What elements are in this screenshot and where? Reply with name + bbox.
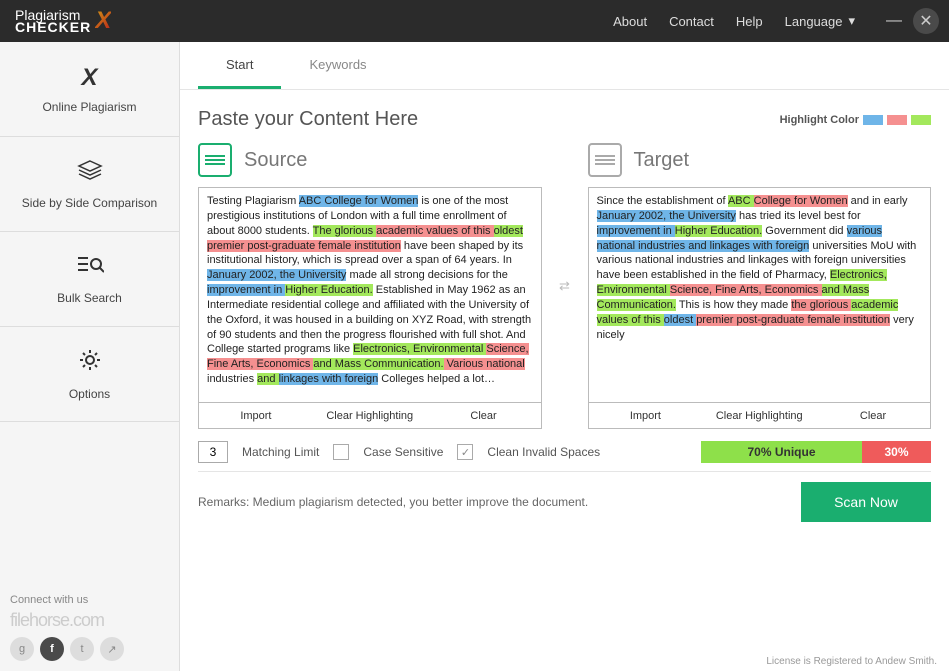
source-textbox[interactable]: Testing Plagiarism ABC College for Women… — [198, 187, 542, 403]
sidebar: X Online Plagiarism Side by Side Compari… — [0, 42, 180, 671]
unique-bar: 70% Unique — [701, 441, 862, 463]
watermark: filehorse.com — [0, 610, 179, 631]
target-clear-highlight-button[interactable]: Clear Highlighting — [702, 403, 816, 428]
swatch-blue — [863, 115, 883, 125]
target-import-button[interactable]: Import — [589, 403, 703, 428]
remarks-row: Remarks: Medium plagiarism detected, you… — [198, 471, 931, 522]
nav-help[interactable]: Help — [736, 14, 763, 29]
swatch-red — [887, 115, 907, 125]
tab-start[interactable]: Start — [198, 43, 281, 89]
close-button[interactable]: ✕ — [913, 8, 939, 34]
social-facebook-icon[interactable]: f — [40, 637, 64, 661]
source-panel: Source Testing Plagiarism ABC College fo… — [198, 143, 542, 429]
minimize-button[interactable]: — — [881, 8, 907, 34]
highlight-legend: Highlight Color — [780, 114, 931, 126]
target-textbox[interactable]: Since the establishment of ABC College f… — [588, 187, 932, 403]
main-content: Start Keywords Paste your Content Here H… — [180, 42, 949, 671]
sidebar-item-side-by-side[interactable]: Side by Side Comparison — [0, 137, 179, 232]
tabs: Start Keywords — [180, 42, 949, 90]
social-google-icon[interactable]: g — [10, 637, 34, 661]
logo-x-icon: X — [95, 7, 111, 35]
nav-about[interactable]: About — [613, 14, 647, 29]
list-search-icon — [76, 254, 104, 283]
matching-limit-input[interactable] — [198, 441, 228, 463]
connect-label: Connect with us — [0, 586, 179, 610]
target-clear-button[interactable]: Clear — [816, 403, 930, 428]
header-nav: About Contact Help Language ▾ — [613, 13, 855, 29]
swap-button[interactable]: ⇄ — [556, 143, 574, 429]
sidebar-item-label: Online Plagiarism — [42, 100, 136, 114]
license-text: License is Registered to Andew Smith. — [766, 656, 937, 667]
x-icon: X — [81, 64, 97, 92]
matching-limit-label: Matching Limit — [242, 445, 319, 459]
layers-icon — [77, 159, 103, 188]
sidebar-item-online-plagiarism[interactable]: X Online Plagiarism — [0, 42, 179, 137]
highlight-label: Highlight Color — [780, 114, 859, 126]
remarks-text: Remarks: Medium plagiarism detected, you… — [198, 495, 588, 509]
sidebar-item-label: Bulk Search — [57, 291, 122, 305]
nav-language[interactable]: Language ▾ — [785, 13, 855, 29]
sidebar-item-options[interactable]: Options — [0, 327, 179, 422]
document-icon — [198, 143, 232, 177]
options-row: Matching Limit Case Sensitive ✓ Clean In… — [198, 429, 931, 471]
source-actions: Import Clear Highlighting Clear — [198, 403, 542, 429]
result-bar: 70% Unique 30% — [701, 441, 931, 463]
source-clear-highlight-button[interactable]: Clear Highlighting — [313, 403, 427, 428]
app-logo: Plagiarism CHECKER X — [15, 7, 111, 35]
tab-keywords[interactable]: Keywords — [281, 43, 394, 89]
case-sensitive-checkbox[interactable] — [333, 444, 349, 460]
source-title: Source — [244, 149, 307, 172]
document-icon — [588, 143, 622, 177]
scan-now-button[interactable]: Scan Now — [801, 482, 931, 522]
source-import-button[interactable]: Import — [199, 403, 313, 428]
nav-contact[interactable]: Contact — [669, 14, 714, 29]
target-title: Target — [634, 149, 690, 172]
gear-icon — [78, 348, 102, 379]
clean-invalid-label: Clean Invalid Spaces — [487, 445, 600, 459]
social-share-icon[interactable]: ↗ — [100, 637, 124, 661]
social-row: g f t ↗ — [0, 631, 179, 671]
target-panel: Target Since the establishment of ABC Co… — [588, 143, 932, 429]
plagiarized-bar: 30% — [862, 441, 931, 463]
source-clear-button[interactable]: Clear — [427, 403, 541, 428]
sidebar-item-label: Side by Side Comparison — [22, 196, 157, 210]
case-sensitive-label: Case Sensitive — [363, 445, 443, 459]
target-actions: Import Clear Highlighting Clear — [588, 403, 932, 429]
clean-invalid-checkbox[interactable]: ✓ — [457, 444, 473, 460]
social-twitter-icon[interactable]: t — [70, 637, 94, 661]
page-title: Paste your Content Here — [198, 108, 418, 131]
sidebar-item-label: Options — [69, 387, 110, 401]
titlebar: Plagiarism CHECKER X About Contact Help … — [0, 0, 949, 42]
sidebar-item-bulk-search[interactable]: Bulk Search — [0, 232, 179, 327]
chevron-down-icon: ▾ — [848, 13, 855, 29]
brand-bot: CHECKER — [15, 20, 91, 34]
swatch-green — [911, 115, 931, 125]
